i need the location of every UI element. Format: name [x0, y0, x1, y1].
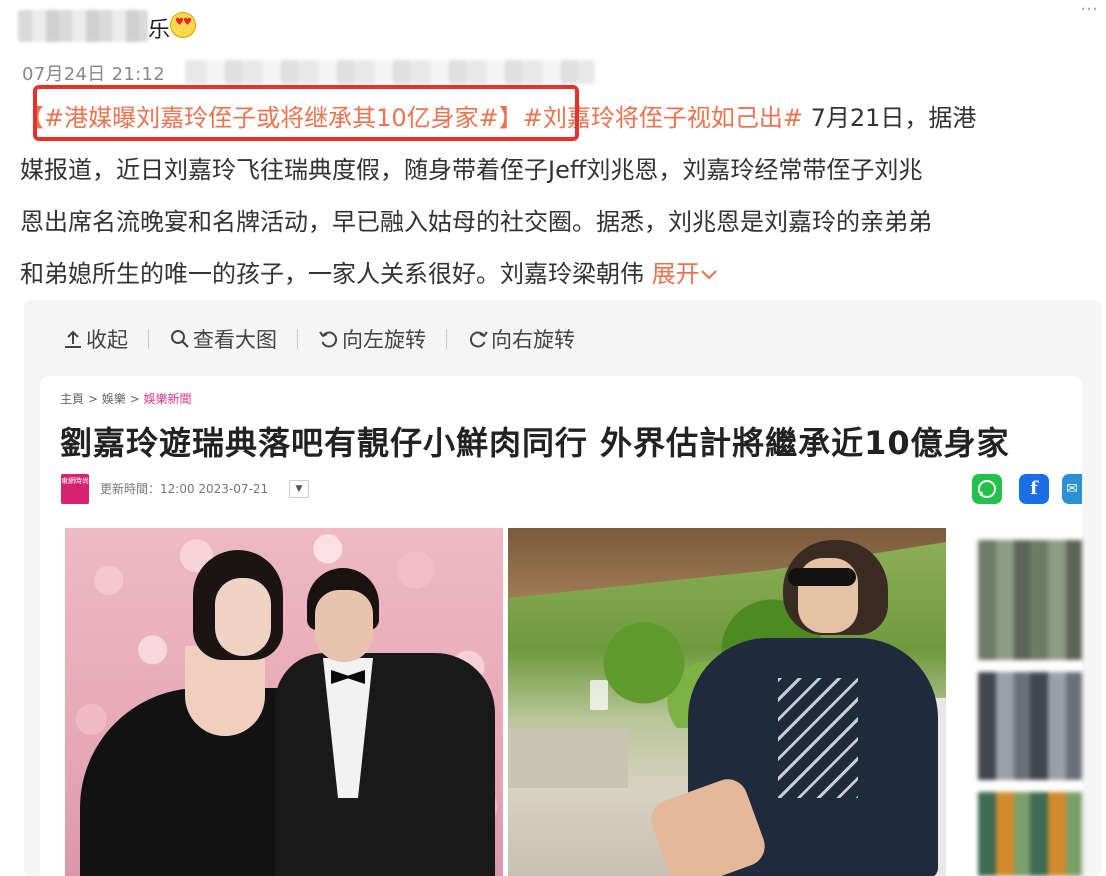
more-options-icon[interactable]: … [1080, 0, 1100, 14]
post-timestamp[interactable]: 07月24日 21:12 [22, 60, 165, 86]
collapse-button[interactable]: 收起 [62, 324, 128, 354]
highlight-box [33, 85, 579, 141]
chevron-down-icon [700, 270, 717, 280]
article-photo-couple [65, 528, 503, 876]
post-text-line3: 恩出席名流晚宴和名牌活动，早已融入姑母的社交圈。据悉，刘兆恩是刘嘉玲的亲弟弟 [20, 208, 932, 236]
post-meta-blurred [185, 60, 595, 84]
article-photo-garden [508, 528, 946, 876]
rotate-right-button[interactable]: 向右旋转 [467, 324, 575, 354]
toolbar-divider [297, 329, 298, 349]
dropdown-caret-icon: ▼ [289, 480, 309, 498]
photo-figure [788, 568, 856, 586]
view-large-label: 查看大图 [193, 328, 277, 352]
mail-icon: ✉ [1062, 474, 1082, 504]
author-name-suffix[interactable]: 乐 [148, 12, 170, 44]
rotate-right-icon [469, 331, 488, 348]
rotate-right-label: 向右旋转 [491, 328, 575, 352]
expand-button[interactable]: 展开 [652, 260, 718, 288]
image-toolbar: 收起 查看大图 向左旋转 向右旋转 [62, 322, 575, 356]
collapse-label: 收起 [86, 328, 128, 352]
photo-figure [275, 653, 495, 876]
search-icon [171, 330, 189, 348]
related-thumbnail [978, 540, 1082, 660]
facebook-icon: f [1019, 474, 1049, 504]
breadcrumb-separator: > [129, 392, 140, 406]
breadcrumb-entertainment-news: 娛樂新聞 [143, 392, 192, 406]
whatsapp-icon [972, 474, 1002, 504]
post-text-line4: 和弟媳所生的唯一的孩子，一家人关系很好。刘嘉玲梁朝伟 [20, 260, 652, 288]
toolbar-divider [446, 329, 447, 349]
photo-figure [315, 590, 373, 662]
photo-figure [508, 728, 628, 788]
breadcrumb-home: 主頁 [60, 392, 85, 406]
expand-label: 展开 [651, 260, 700, 288]
post-text-line1: 7月21日，据港 [802, 104, 977, 132]
breadcrumb: 主頁 > 娛樂 > 娛樂新聞 [60, 390, 191, 407]
breadcrumb-entertainment: 娛樂 [101, 392, 126, 406]
related-thumbnail [978, 672, 1082, 780]
toolbar-divider [148, 329, 149, 349]
view-large-button[interactable]: 查看大图 [169, 324, 277, 354]
related-thumbnail [978, 792, 1082, 876]
heart-eyes-emoji-icon [170, 12, 196, 38]
post-text-line2: 媒报道，近日刘嘉玲飞往瑞典度假，随身带着侄子Jeff刘兆恩，刘嘉玲经常带侄子刘兆 [20, 156, 923, 184]
collapse-up-icon [65, 330, 81, 348]
article-title: 劉嘉玲遊瑞典落吧有靚仔小鮮肉同行 外界估計將繼承近10億身家 [60, 424, 1010, 462]
source-meta: 更新時間：12:00 2023-07-21 [100, 482, 269, 496]
photo-figure [590, 680, 608, 710]
source-logo: 東網時尚 [61, 474, 89, 504]
breadcrumb-separator: > [87, 392, 98, 406]
photo-figure [215, 578, 271, 656]
photo-figure [778, 678, 858, 798]
rotate-left-button[interactable]: 向左旋转 [318, 324, 426, 354]
rotate-left-label: 向左旋转 [342, 328, 426, 352]
author-name-blurred[interactable] [18, 10, 148, 42]
rotate-left-icon [319, 331, 338, 348]
